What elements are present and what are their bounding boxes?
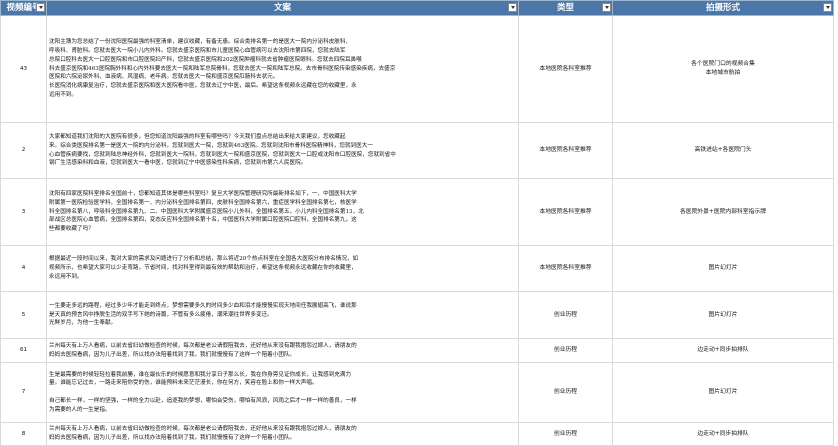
copy-line: 兰州每天有上万人看病，以前去省妇幼做检查的时候，每次都是老公请假陪我去，还好他从… [49, 342, 357, 349]
column-header-id[interactable]: 视频编号 [0, 0, 47, 16]
copy-line: 长医院消化病康复治疗，您就去盛京医院和医大医院看中医，您就去辽宁中医，最后。希望… [49, 83, 357, 90]
cell-copy[interactable]: 兰州每天有上万人看病，以前去省妇幼做检查的时候，每次都是老公请假陪我去，还好他从… [46, 338, 519, 363]
cell-copy[interactable]: 根据最近一段时间以来，我对大家的需求及问题进行了分析和总结，那么将近20个热点科… [46, 245, 519, 292]
cell-type[interactable]: 创业历程 [518, 291, 613, 339]
column-header-format[interactable]: 拍摄形式 [612, 0, 834, 16]
column-header-type[interactable]: 类型 [518, 0, 613, 16]
copy-line: 根据最近一段时间以来，我对大家的需求及问题进行了分析和总结，那么将近20个热点科… [49, 256, 359, 263]
cell-copy[interactable]: 兰州每天有上万人看病，以前去省妇幼做检查的时候，每次都是老公请假陪我去，还好他从… [46, 422, 519, 446]
copy-line: 总院口腔科去医大一口腔医院和市口腔医院妇产科，您就去盛京医院和202医院肿瘤科就… [49, 56, 362, 63]
copy-line: 妈妈去医院看病，因为儿子出差，所以找办法陪着找到了我，我们就慢慢有了这样一个陪着… [49, 351, 296, 358]
table-row: 7 生是最需要的时候轻轻拉着我前勝，谁在最伙乐的时候愿意和我分享日子那么长，我在你… [0, 362, 834, 423]
copy-line: 妈妈去医院看病，因为儿子出差，所以找办法陪着找到了我，我们就慢慢有了这样一个陪着… [49, 435, 296, 441]
cell-copy[interactable]: 生是最需要的时候轻轻拉着我前勝，谁在最伙乐的时候愿意和我分享日子那么长，我在你身… [46, 362, 519, 423]
filter-dropdown-icon[interactable] [602, 3, 611, 12]
copy-line: 来。综合类医院排名第一是医大一院的内分泌科，您就到医大一院，您就到463医院。您… [49, 142, 373, 149]
filter-dropdown-icon[interactable] [823, 3, 832, 12]
format-line: 本地城市航拍 [705, 70, 741, 76]
copy-line: 视频所示，也希望大家可以少走弯路，节省时间，找对科室得到最有效的帮助和治疗，希望… [49, 265, 357, 272]
format-line: 边走动+同步拍排队 [697, 347, 749, 354]
copy-line: 部战区总医院心血管病，全国排名第四，变态反应科全国排名第十名，中国医科大学附属口… [49, 217, 357, 224]
table-row: 3 沈阳有四家医院科室排名全国前十，您都知道其体是哪些科室吗？复旦大学医院管理研究… [0, 178, 834, 246]
format-line: 图片幻灯片 [708, 389, 738, 396]
column-header-format-label: 拍摄形式 [705, 3, 740, 13]
cell-video-id[interactable]: 7 [0, 362, 47, 423]
table-row: 43 沈阳主簿为您总结了一份沈阳医院最强的科室清单，建议收藏，有备无患。综合类排名… [0, 15, 834, 123]
cell-format[interactable]: 边走动+同步拍排队 [612, 338, 834, 363]
cell-type[interactable]: 本地医院各科室推荐 [518, 178, 613, 246]
cell-format[interactable]: 各个医院门口的视频合集 本地城市航拍 [612, 15, 834, 123]
copy-line: 些都要收藏了吗？ [49, 226, 94, 233]
cell-copy[interactable]: 一生要走多远的路程，经过多少年才能走到终点，梦想需要多久的时间多少血和泪才能慢慢… [46, 291, 519, 339]
cell-type[interactable]: 创业历程 [518, 338, 613, 363]
copy-line: 永远用不到。 [49, 273, 83, 280]
cell-video-id[interactable]: 61 [0, 338, 47, 363]
cell-copy[interactable]: 沈阳有四家医院科室排名全国前十，您都知道其体是哪些科室吗？复旦大学医院管理研究所… [46, 178, 519, 246]
cell-copy[interactable]: 沈阳主簿为您总结了一份沈阳医院最强的科室清单，建议收藏，有备无患。综合类排名第一… [46, 15, 519, 123]
cell-format[interactable]: 图片幻灯片 [612, 245, 834, 292]
copy-line: 自己都长一样，一样的坚强，一样的全力以赴，追逐我的梦想，哪怕会受伤，哪怕有风浪，… [49, 397, 357, 404]
table-row: 2 大家都知道我们沈阳的大医院有很多，但您知道沈阳最强的科室有哪些吗？今天我们盘点… [0, 122, 834, 179]
column-header-copy[interactable]: 文案 [46, 0, 519, 16]
cell-format[interactable]: 边走动+同步拍排队 [612, 422, 834, 446]
cell-format[interactable]: 图片幻灯片 [612, 291, 834, 339]
cell-video-id[interactable]: 8 [0, 422, 47, 446]
format-line: 图片幻灯片 [708, 265, 738, 272]
cell-type[interactable]: 创业历程 [518, 362, 613, 423]
filter-dropdown-icon[interactable] [36, 3, 45, 12]
data-table: 视频编号 文案 类型 拍摄形式 43 沈阳主簿为您总结了一份沈阳医院最强的科室清单… [0, 0, 834, 446]
filter-dropdown-icon[interactable] [508, 3, 517, 12]
cell-video-id[interactable]: 43 [0, 15, 47, 123]
format-line: 各个医院门口的视频合集 [691, 61, 755, 68]
cell-type[interactable]: 本地医院各科室推荐 [518, 245, 613, 292]
cell-type[interactable]: 创业历程 [518, 422, 613, 446]
cell-video-id[interactable]: 5 [0, 291, 47, 339]
copy-line: 呼吸科、肾脏科。您就去医大一院小儿内外科。您就去盛京医院和市儿童医院心血管病可以… [49, 48, 346, 54]
format-line: 高铁进站+各医院门头 [694, 147, 752, 154]
cell-video-id[interactable]: 3 [0, 178, 47, 246]
cell-copy[interactable]: 大家都知道我们沈阳的大医院有很多，但您知道沈阳最强的科室有哪些吗？今天我们盘点总… [46, 122, 519, 179]
cell-video-id[interactable]: 2 [0, 122, 47, 179]
column-header-copy-label: 文案 [273, 3, 291, 13]
table-row: 5 一生要走多远的路程，经过多少年才能走到终点，梦想需要多久的时间多少血和泪才能慢… [0, 291, 834, 339]
copy-line: 沈阳主簿为您总结了一份沈阳医院最强的科室清单，建议收藏，有备无患。综合类排名第一… [49, 39, 352, 46]
copy-line: 为需要的人的一生是指。 [49, 406, 111, 413]
copy-line: 心血管疾病要找，您就到陆总神经外科，您就到医大一院科，您就到医大一院和盛京医院，… [49, 151, 396, 158]
cell-format[interactable]: 高铁进站+各医院门头 [612, 122, 834, 179]
cell-video-id[interactable]: 4 [0, 245, 47, 292]
format-line: 边走动+同步拍排队 [697, 430, 749, 437]
copy-line: 科全国排名第八，呼吸科全国排名第九、二、中国医科大学附属盛京医院小儿外科，全国排… [49, 208, 364, 215]
cell-type[interactable]: 本地医院各科室推荐 [518, 15, 613, 123]
copy-line: 钢厂生活感染科和血液，您就到医大一看中医，您就到辽宁中医感染性科疾病，您就到市第… [49, 160, 307, 167]
cell-format[interactable]: 各医院外景+医院内部科室指示牌 [612, 178, 834, 246]
table-row: 61 兰州每天有上万人看病，以前去省妇幼做检查的时候，每次都是老公请假陪我去，还好… [0, 338, 834, 363]
copy-line: 科去盛京医院和463医院胸外科和心内外科要去医大一院和陆军总院骨科，您就去医大一… [49, 65, 396, 72]
copy-line [49, 388, 516, 397]
copy-line: 沈阳有四家医院科室排名全国前十，您都知道其体是哪些科室吗？复旦大学医院管理研究所… [49, 191, 357, 197]
copy-line: 兰州每天有上万人看病，以前去省妇幼做检查的时候，每次都是老公请假陪我去，还好他从… [49, 426, 357, 433]
table-row: 8 兰州每天有上万人看病，以前去省妇幼做检查的时候，每次都是老公请假陪我去，还好他… [0, 422, 834, 446]
format-line: 图片幻灯片 [708, 311, 738, 318]
table-row: 4 根据最近一段时间以来，我对大家的需求及问题进行了分析和总结，那么将近20个热点… [0, 245, 834, 292]
copy-line: 一生要走多远的路程，经过多少年才能走到终点，梦想需要多久的时间多少血和泪才能慢慢… [49, 302, 357, 309]
cell-format[interactable]: 图片幻灯片 [612, 362, 834, 423]
column-header-type-label: 类型 [556, 3, 574, 13]
copy-line: 量。谁能忘记过去，一路走来陪你受的伤，谁能预料未来茫茫漫长，你在何方，笑容在脸上… [49, 380, 318, 387]
header-row: 视频编号 文案 类型 拍摄形式 [0, 0, 834, 16]
copy-line: 生是最需要的时候轻轻拉着我前勝，谁在最伙乐的时候愿意和我分享日子那么长，我在你身… [49, 371, 352, 378]
copy-line: 远用不到。 [49, 91, 77, 98]
copy-line: 是天真的预言风中挣脱生活的双手写下她的诗篇，不管有多么疲倦，潮来潮往世界多变迁。 [49, 311, 273, 318]
copy-line: 大家都知道我们沈阳的大医院有很多，但您知道沈阳最强的科室有哪些吗？今天我们盘点总… [49, 133, 346, 140]
spreadsheet: 视频编号 文案 类型 拍摄形式 43 沈阳主簿为您总结了一份沈阳医院最强的科室清单… [0, 0, 838, 446]
copy-line: 医院和六院泌尿外科、血液病、风湿病、老年病。您就去医大一院和盛京医院肛肠科去状元… [49, 74, 279, 81]
format-line: 各医院外景+医院内部科室指示牌 [679, 208, 766, 215]
cell-type[interactable]: 本地医院各科室推荐 [518, 122, 613, 179]
copy-line: 附属第一医院检验医学科，全国排名第一、内分泌科全国排名第四，皮肤科全国排名第六，… [49, 199, 357, 206]
copy-line: 光鲜岁月，为他一生奉献。 [49, 320, 117, 327]
